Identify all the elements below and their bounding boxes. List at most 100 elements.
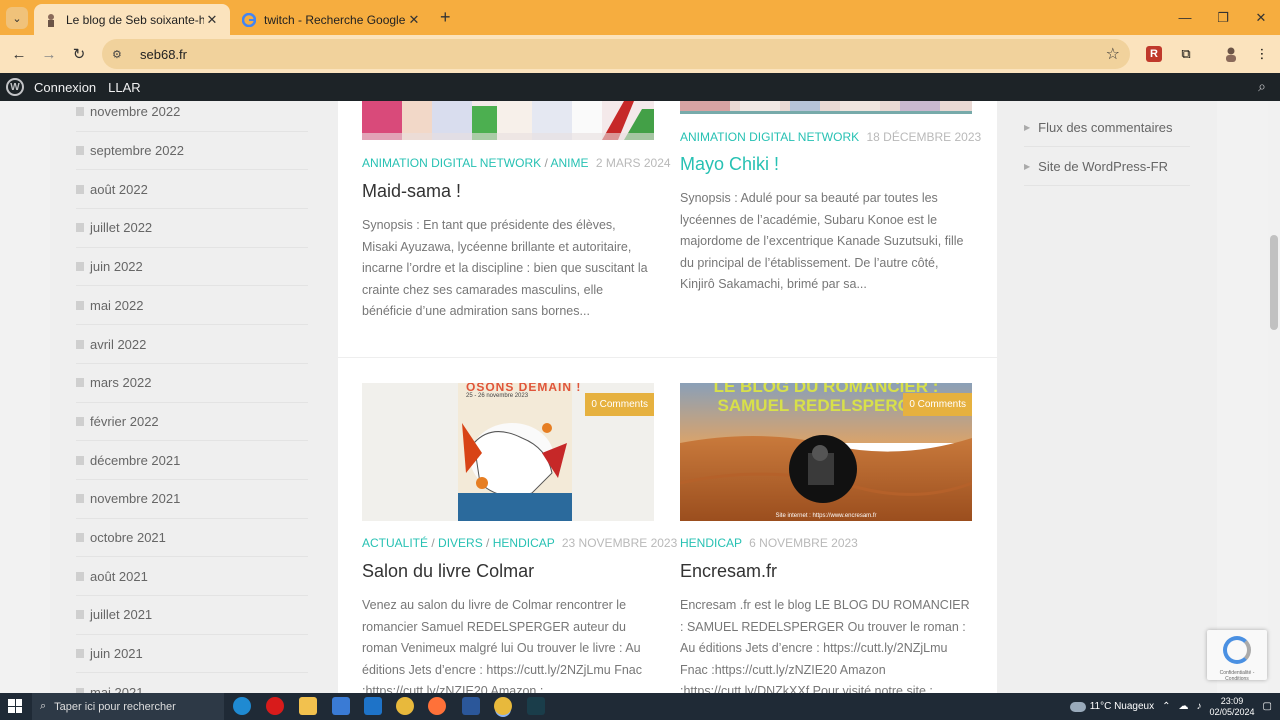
taskbar-clock[interactable]: 23:09 02/05/2024 — [1210, 696, 1255, 718]
archive-link[interactable]: novembre 2021 — [76, 480, 308, 519]
forward-button[interactable]: → — [38, 43, 60, 65]
post-date: 23 NOVEMBRE 2023 — [561, 536, 678, 550]
tab-search-button[interactable]: ⌄ — [6, 7, 28, 29]
post-excerpt: Venez au salon du livre de Colmar rencon… — [362, 598, 642, 693]
word-icon[interactable] — [462, 697, 480, 715]
edge-icon[interactable] — [233, 697, 251, 715]
post-date: 2 MARS 2024 — [595, 156, 671, 170]
post-excerpt: Synopsis : En tant que présidente des él… — [362, 218, 648, 319]
minimize-icon[interactable]: — — [1166, 0, 1204, 35]
admin-bar-llar[interactable]: LLAR — [108, 80, 141, 95]
archive-link[interactable]: mars 2022 — [76, 364, 308, 403]
category-link[interactable]: HENDICAP — [680, 536, 742, 550]
post-title[interactable]: Encresam.fr — [680, 561, 777, 582]
chrome-icon[interactable] — [396, 697, 414, 715]
close-icon[interactable]: ✕ — [406, 12, 422, 28]
archive-link[interactable]: avril 2022 — [76, 325, 308, 364]
archive-link[interactable]: décembre 2021 — [76, 441, 308, 480]
post-title[interactable]: Salon du livre Colmar — [362, 561, 534, 582]
archive-link[interactable]: novembre 2022 — [76, 101, 308, 132]
tab-blog[interactable]: Le blog de Seb soixante-huit - S ✕ — [34, 4, 230, 35]
reload-button[interactable]: ↻ — [68, 43, 90, 65]
extension-icon[interactable]: R — [1146, 46, 1162, 62]
archive-link[interactable]: juin 2022 — [76, 248, 308, 287]
url-text: seb68.fr — [140, 46, 187, 62]
file-explorer-icon[interactable] — [299, 697, 317, 715]
admin-bar-login[interactable]: Connexion — [34, 80, 96, 95]
category-link[interactable]: DIVERS — [438, 536, 483, 550]
recaptcha-badge[interactable]: Confidentialité - Conditions — [1207, 630, 1267, 682]
post-title[interactable]: Maid-sama ! — [362, 181, 461, 202]
google-icon — [241, 12, 257, 27]
weather-widget[interactable]: 11°C Nuageux — [1069, 701, 1154, 712]
new-tab-button[interactable]: + — [440, 7, 451, 27]
taskbar-search[interactable]: ⌕ Taper ici pour rechercher — [32, 693, 224, 720]
mail-icon[interactable] — [364, 697, 382, 715]
system-tray: 11°C Nuageux ⌃ ☁ ♪ 23:09 02/05/2024 ▢ — [1069, 693, 1272, 720]
opera-icon[interactable] — [266, 697, 284, 715]
extensions-puzzle-icon[interactable]: ⧉ — [1176, 44, 1196, 64]
posts-grid: ANIMATION DIGITAL NETWORK / ANIME 2 MARS… — [338, 101, 997, 693]
banner-url: Site internet : https://www.encresam.fr — [775, 513, 877, 519]
chevron-up-icon[interactable]: ⌃ — [1162, 701, 1170, 712]
archive-link[interactable]: octobre 2021 — [76, 519, 308, 558]
row-divider — [338, 357, 997, 358]
archive-link[interactable]: mai 2022 — [76, 287, 308, 326]
folder-icon — [76, 107, 84, 117]
network-icon[interactable]: ☁ — [1179, 701, 1189, 712]
archive-link[interactable]: juillet 2022 — [76, 209, 308, 248]
archive-link[interactable]: août 2022 — [76, 170, 308, 210]
volume-icon[interactable]: ♪ — [1197, 701, 1202, 712]
folder-icon — [76, 571, 84, 581]
page-scrollbar[interactable] — [1268, 101, 1280, 693]
wordpress-fr-link[interactable]: ▶ Site de WordPress-FR — [1024, 148, 1190, 186]
wordpress-logo-icon[interactable]: W — [6, 78, 24, 96]
post-thumbnail[interactable] — [362, 101, 654, 140]
recaptcha-terms[interactable]: Confidentialité - Conditions — [1209, 670, 1265, 682]
post-date: 18 DÉCEMBRE 2023 — [866, 130, 982, 144]
category-link[interactable]: HENDICAP — [493, 536, 555, 550]
store-icon[interactable] — [332, 697, 350, 715]
archive-link[interactable]: juin 2021 — [76, 635, 308, 674]
chrome-active-icon[interactable] — [494, 697, 512, 715]
archive-link[interactable]: février 2022 — [76, 403, 308, 442]
tab-google[interactable]: twitch - Recherche Google ✕ — [232, 4, 432, 35]
profile-avatar[interactable] — [1221, 44, 1241, 64]
address-bar[interactable]: ⚙ seb68.fr ☆ — [102, 39, 1130, 69]
bookmark-star-icon[interactable]: ☆ — [1106, 44, 1120, 64]
post-meta: ANIMATION DIGITAL NETWORK 18 DÉCEMBRE 20… — [680, 130, 981, 144]
close-window-icon[interactable]: ✕ — [1242, 0, 1280, 35]
archive-link[interactable]: mai 2021 — [76, 674, 308, 693]
category-link[interactable]: ANIMATION DIGITAL NETWORK — [680, 130, 859, 144]
poster-dates: 25 - 26 novembre 2023 — [466, 393, 529, 399]
site-info-icon[interactable]: ⚙ — [112, 48, 130, 61]
comments-badge[interactable]: 0 Comments — [903, 393, 972, 416]
notifications-icon[interactable]: ▢ — [1263, 701, 1272, 712]
category-link[interactable]: ANIMATION DIGITAL NETWORK — [362, 156, 541, 170]
archive-link[interactable]: septembre 2022 — [76, 132, 308, 171]
comments-badge[interactable]: 0 Comments — [585, 393, 654, 416]
maximize-icon[interactable]: ❐ — [1204, 0, 1242, 35]
terminal-app-icon[interactable] — [527, 697, 545, 715]
folder-icon — [76, 455, 84, 465]
comments-feed-link[interactable]: ▶ Flux des commentaires — [1024, 109, 1190, 147]
post-thumbnail[interactable] — [680, 101, 972, 114]
category-link[interactable]: ACTUALITÉ — [362, 536, 428, 550]
cloud-icon — [1069, 701, 1086, 712]
post-title[interactable]: Mayo Chiki ! — [680, 154, 779, 175]
category-link[interactable]: ANIME — [550, 156, 588, 170]
meta-sidebar: ▶ Flux des commentaires ▶ Site de WordPres… — [997, 101, 1217, 693]
close-icon[interactable]: ✕ — [204, 12, 220, 28]
windows-start-icon[interactable] — [8, 699, 22, 713]
scrollbar-thumb[interactable] — [1270, 235, 1278, 330]
search-icon[interactable]: ⌕ — [1258, 78, 1266, 95]
window-controls: — ❐ ✕ — [1166, 0, 1280, 35]
post-thumbnail[interactable]: OSONS DEMAIN ! 25 - 26 novembre 2023 0 C… — [362, 383, 654, 521]
more-menu-icon[interactable]: ⋮ — [1252, 44, 1272, 64]
firefox-icon[interactable] — [428, 697, 446, 715]
post-excerpt: Synopsis : Adulé pour sa beauté par tout… — [680, 191, 964, 292]
archive-link[interactable]: juillet 2021 — [76, 596, 308, 635]
archive-link[interactable]: août 2021 — [76, 557, 308, 597]
back-button[interactable]: ← — [8, 43, 30, 65]
post-thumbnail[interactable]: LE BLOG DU ROMANCIER : SAMUEL REDELSPERG… — [680, 383, 972, 521]
